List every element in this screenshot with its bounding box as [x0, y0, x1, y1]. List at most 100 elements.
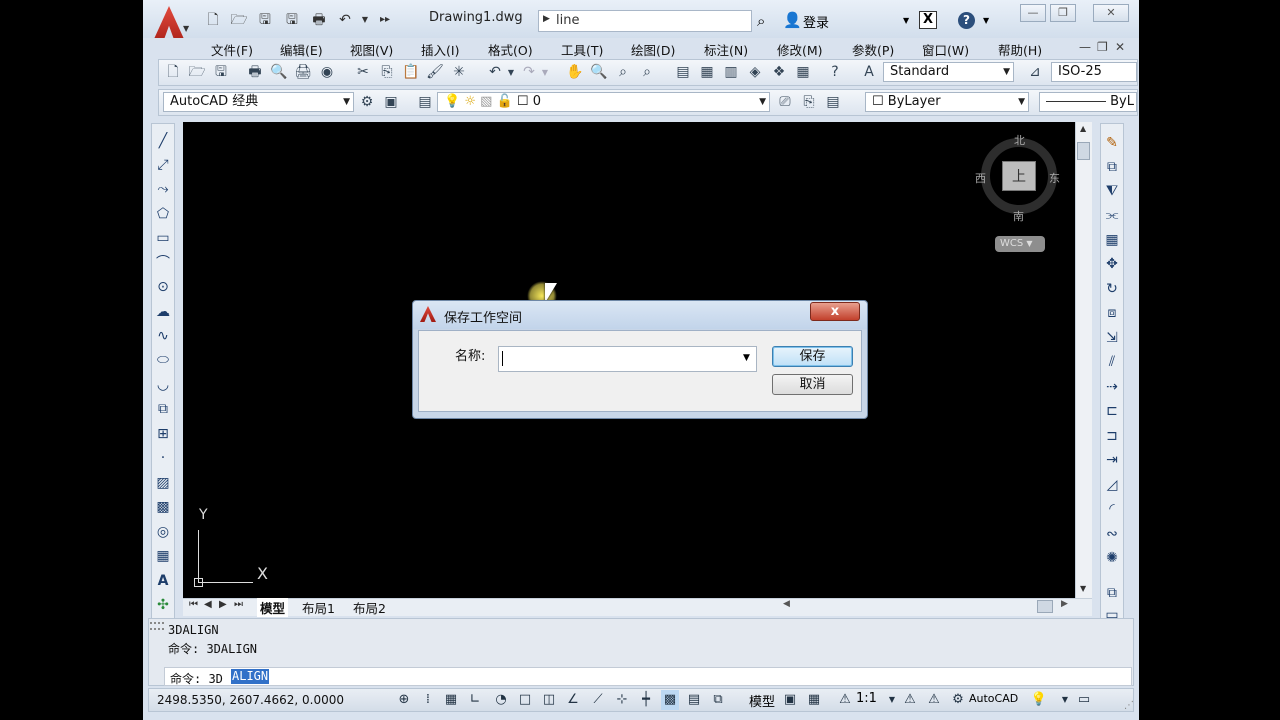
make-block-icon[interactable]: ⊞: [153, 423, 173, 445]
tab-next-icon[interactable]: ▶: [219, 599, 227, 610]
3d-object-snap-icon[interactable]: ◫: [540, 690, 558, 710]
calculator-icon[interactable]: ▦: [793, 60, 813, 85]
plot-preview-icon[interactable]: 🔍: [269, 60, 289, 85]
multiline-text-icon[interactable]: A: [153, 570, 173, 592]
doc-close-icon[interactable]: ✕: [1115, 40, 1125, 54]
zoom-window-icon[interactable]: ⌕: [613, 60, 633, 85]
help-icon[interactable]: ?: [958, 12, 975, 29]
color-select[interactable]: ☐ ByLayer ▼: [865, 92, 1029, 112]
minimize-window-button[interactable]: —: [1020, 4, 1046, 22]
workspace-dropdown-icon[interactable]: ▼: [343, 93, 350, 111]
search-input[interactable]: line: [556, 13, 579, 28]
tool-palettes-icon[interactable]: ▥: [721, 60, 741, 85]
doc-restore-icon[interactable]: ❐: [1097, 40, 1108, 54]
coordinates-readout[interactable]: 2498.5350, 2607.4662, 0.0000: [157, 693, 344, 707]
model-space-toggle[interactable]: 模型: [749, 691, 775, 710]
layer-viewport-icon[interactable]: ▧: [480, 94, 492, 109]
user-icon[interactable]: 👤: [783, 11, 802, 29]
wcs-dropdown-icon[interactable]: ▼: [1026, 239, 1032, 248]
scroll-up-icon[interactable]: ▲: [1080, 124, 1086, 133]
maximize-window-button[interactable]: ❐: [1050, 4, 1076, 22]
undo-dropdown-icon[interactable]: ▼: [356, 12, 374, 28]
explode-icon[interactable]: ✺: [1102, 547, 1122, 569]
login-dropdown-icon[interactable]: ▼: [903, 16, 909, 25]
search-expand-icon[interactable]: ▶: [543, 14, 550, 24]
tab-first-icon[interactable]: ⏮: [189, 599, 198, 610]
color-dropdown-icon[interactable]: ▼: [1018, 93, 1025, 111]
sheet-set-icon[interactable]: ◈: [745, 60, 765, 85]
scroll-down-icon[interactable]: ▼: [1080, 584, 1086, 593]
quick-properties-icon[interactable]: ▤: [685, 690, 703, 710]
quick-view-layouts-icon[interactable]: ▣: [781, 690, 799, 710]
tab-last-icon[interactable]: ⏭: [234, 599, 243, 610]
menu-insert[interactable]: 插入(I): [421, 40, 459, 59]
annotation-scale-icon[interactable]: ⚠: [836, 690, 854, 710]
help-dropdown-icon[interactable]: ▼: [983, 16, 989, 25]
point-icon[interactable]: ·: [153, 447, 173, 469]
undo-icon[interactable]: ↶: [336, 12, 354, 28]
dim-style-select[interactable]: ISO-25: [1051, 62, 1137, 82]
line-icon[interactable]: ╱: [153, 130, 173, 152]
selection-cycling-icon[interactable]: ⧉: [709, 690, 727, 710]
gradient-icon[interactable]: ▩: [153, 496, 173, 518]
menu-view[interactable]: 视图(V): [350, 40, 393, 59]
mirror-icon[interactable]: ⧨: [1102, 180, 1122, 202]
tab-prev-icon[interactable]: ◀: [204, 599, 212, 610]
tab-model[interactable]: 模型: [257, 598, 289, 617]
linetype-select[interactable]: ByL: [1039, 92, 1137, 112]
zoom-realtime-icon[interactable]: 🔍: [589, 60, 609, 85]
trim-icon[interactable]: ⫽: [1102, 351, 1122, 373]
dialog-close-button[interactable]: x: [810, 302, 860, 321]
wcs-menu[interactable]: WCS ▼: [995, 236, 1045, 252]
circle-icon[interactable]: ⊙: [153, 276, 173, 298]
block-editor-icon[interactable]: ✳: [449, 60, 469, 85]
publish-icon[interactable]: 🖨: [293, 60, 313, 85]
compass-north[interactable]: 北: [1014, 132, 1025, 148]
stretch-icon[interactable]: ⇲: [1102, 327, 1122, 349]
compass-south[interactable]: 南: [1013, 208, 1024, 224]
tab-layout1[interactable]: 布局1: [302, 598, 335, 617]
scale-icon[interactable]: ⧈: [1102, 302, 1122, 324]
exchange-x-icon[interactable]: X: [919, 11, 937, 29]
polar-tracking-icon[interactable]: ◔: [492, 690, 510, 710]
spline-icon[interactable]: ∿: [153, 325, 173, 347]
open-icon[interactable]: 🗁: [187, 60, 207, 85]
redo-list-icon[interactable]: ▼: [535, 60, 555, 85]
menu-parametric[interactable]: 参数(P): [852, 40, 894, 59]
layer-state-icon[interactable]: ▤: [823, 90, 843, 115]
text-style-select[interactable]: Standard ▼: [883, 62, 1014, 82]
help-icon[interactable]: ?: [825, 60, 845, 85]
layer-freeze-icon[interactable]: ☼: [464, 94, 476, 109]
construction-line-icon[interactable]: ⤢: [153, 154, 173, 176]
chamfer-icon[interactable]: ◿: [1102, 474, 1122, 496]
horizontal-scroll-thumb[interactable]: [1037, 600, 1053, 613]
object-snap-icon[interactable]: □: [516, 690, 534, 710]
array-icon[interactable]: ▦: [1102, 229, 1122, 251]
rotate-icon[interactable]: ↻: [1102, 278, 1122, 300]
viewcube-top-face[interactable]: 上: [1002, 161, 1036, 191]
new-file-icon[interactable]: 🗋: [204, 12, 222, 28]
save-icon[interactable]: 🖫: [211, 60, 231, 85]
polyline-icon[interactable]: ⤳: [153, 178, 173, 200]
more-quick-access-icon[interactable]: ▸▸: [376, 12, 394, 28]
login-link[interactable]: 登录: [803, 12, 829, 31]
hscroll-right-icon[interactable]: ▶: [1061, 599, 1068, 609]
ortho-mode-icon[interactable]: ∟: [466, 690, 484, 710]
annotation-visibility-icon[interactable]: ⚠: [901, 690, 919, 710]
menu-file[interactable]: 文件(F): [211, 40, 253, 59]
hatch-icon[interactable]: ▨: [153, 472, 173, 494]
add-selected-icon[interactable]: ✣: [153, 594, 173, 616]
match-properties-icon[interactable]: 🖌: [425, 60, 445, 85]
table-icon[interactable]: ▦: [153, 545, 173, 567]
pan-icon[interactable]: ✋: [565, 60, 585, 85]
dynamic-input-icon[interactable]: ⊹: [613, 690, 631, 710]
menu-format[interactable]: 格式(O): [488, 40, 533, 59]
extend-icon[interactable]: ⇢: [1102, 376, 1122, 398]
command-window-grip[interactable]: [150, 622, 164, 630]
move-icon[interactable]: ✥: [1102, 253, 1122, 275]
name-combobox[interactable]: ▼: [498, 346, 757, 372]
layer-on-icon[interactable]: 💡: [444, 94, 460, 109]
menu-edit[interactable]: 编辑(E): [280, 40, 323, 59]
command-line-input[interactable]: 命令: 3D: [164, 667, 1132, 686]
save-as-icon[interactable]: 🖫: [283, 12, 301, 28]
